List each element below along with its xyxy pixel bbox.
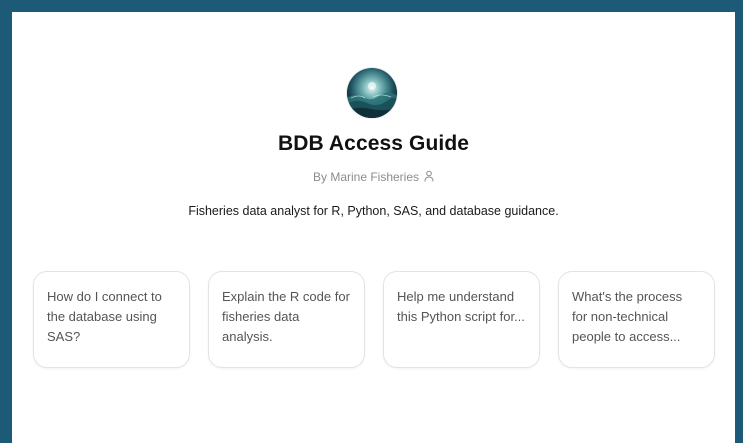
gpt-preview-panel: BDB Access Guide By Marine Fisheries Fis… [12, 12, 735, 443]
gpt-byline: By Marine Fisheries [12, 170, 735, 184]
gpt-avatar [347, 68, 397, 118]
person-icon[interactable] [424, 170, 434, 182]
starter-card[interactable]: How do I connect to the database using S… [33, 271, 190, 368]
byline-text: By Marine Fisheries [312, 170, 420, 184]
gpt-description: Fisheries data analyst for R, Python, SA… [188, 204, 559, 218]
starter-card-text: Explain the R code for fisheries data an… [222, 289, 350, 344]
conversation-starters: How do I connect to the database using S… [33, 271, 719, 368]
ocean-wave-avatar-icon [347, 68, 397, 118]
starter-card[interactable]: Help me understand this Python script fo… [383, 271, 540, 368]
starter-card[interactable]: What's the process for non-technical peo… [558, 271, 715, 368]
starter-card-text: How do I connect to the database using S… [47, 289, 162, 344]
starter-card[interactable]: Explain the R code for fisheries data an… [208, 271, 365, 368]
starter-card-text: What's the process for non-technical peo… [572, 289, 683, 344]
starter-card-text: Help me understand this Python script fo… [397, 289, 525, 324]
gpt-title: BDB Access Guide [277, 132, 470, 155]
